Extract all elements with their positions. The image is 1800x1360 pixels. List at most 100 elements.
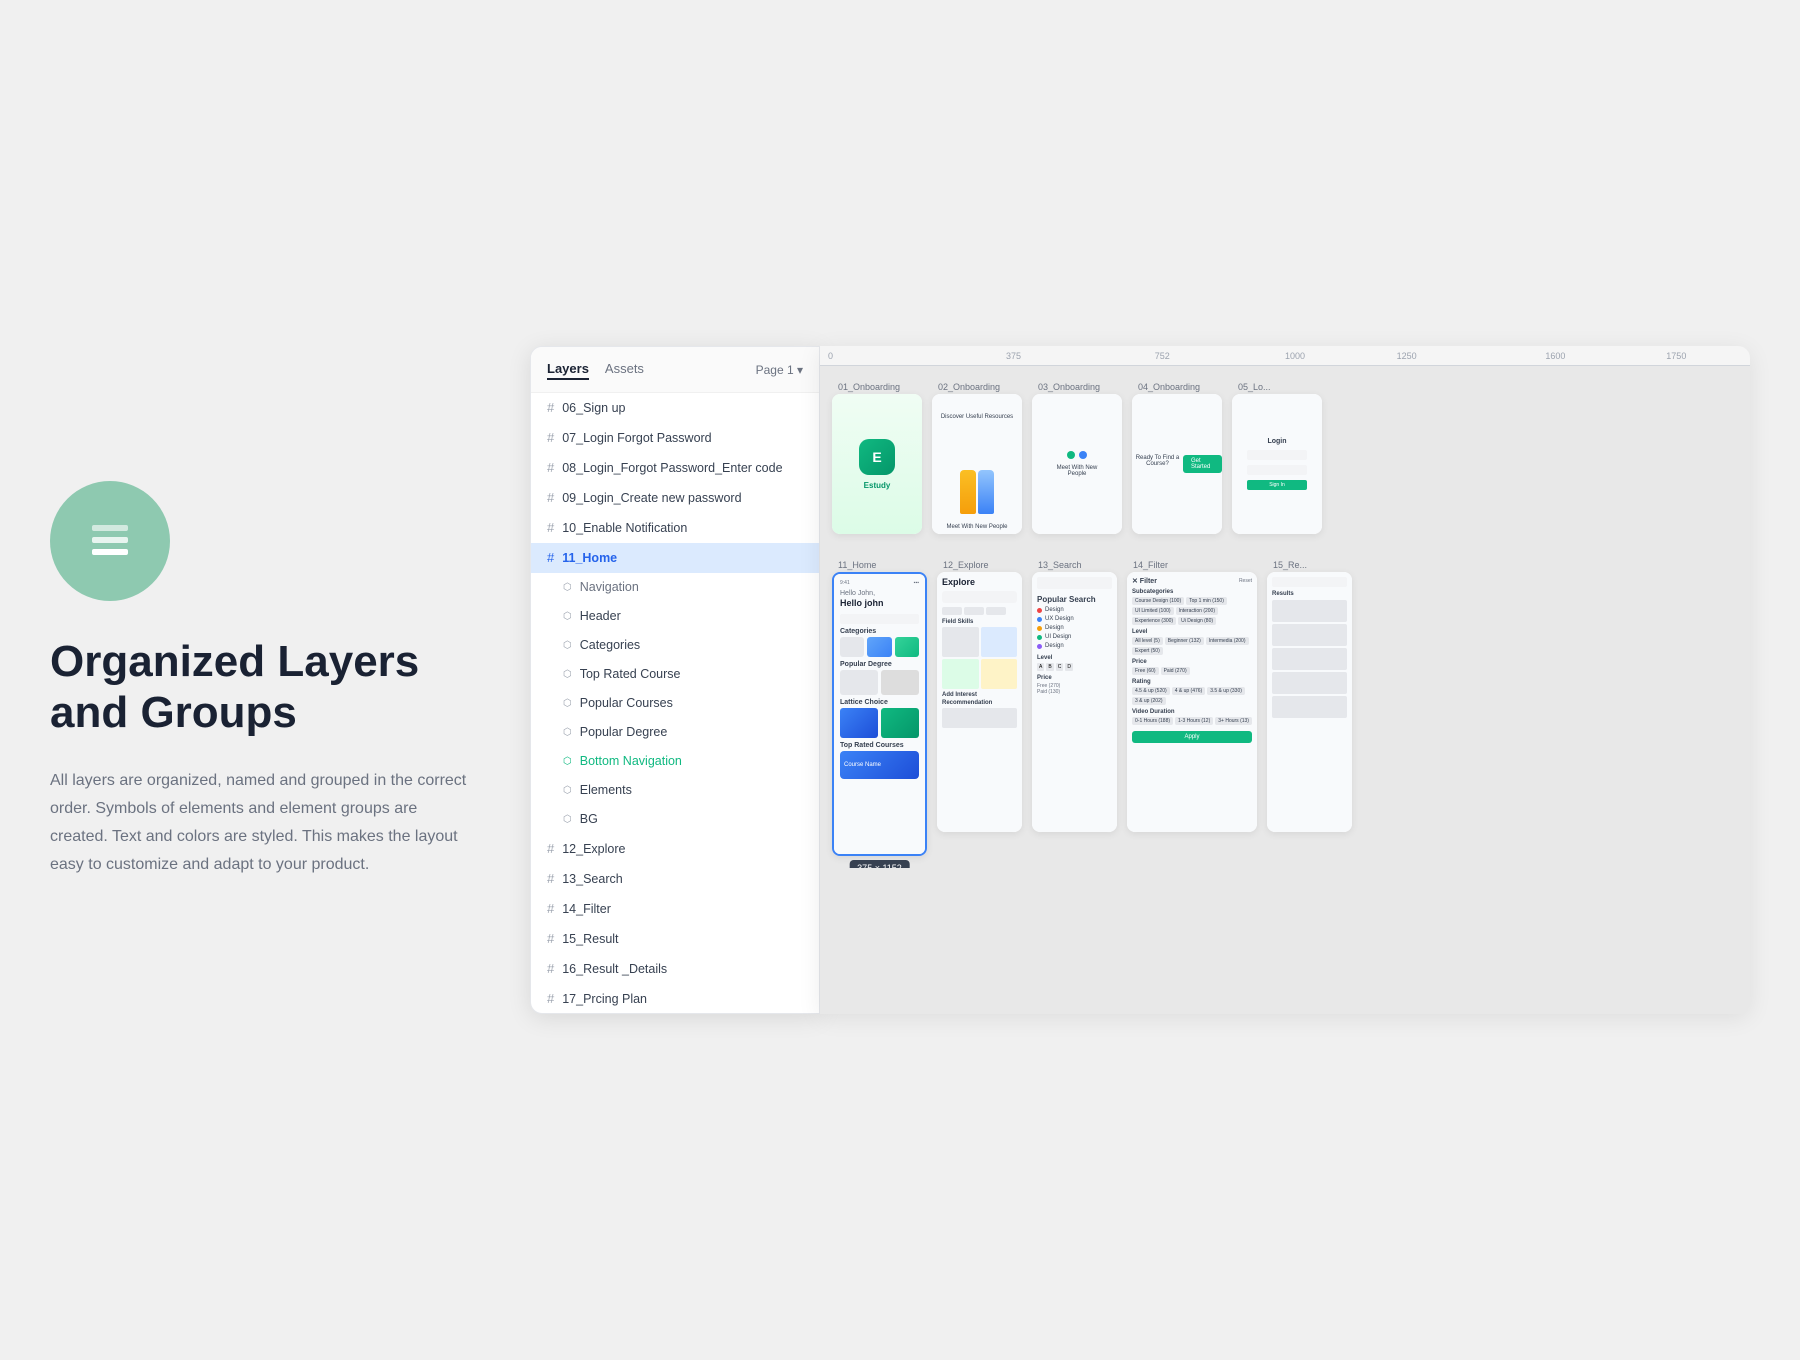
screen-03-onboarding: 03_Onboarding Meet With NewPeople xyxy=(1032,378,1122,534)
hash-icon: # xyxy=(547,490,554,505)
search-dot-2 xyxy=(1037,617,1042,622)
ruler-mark-1250: 1250 xyxy=(1397,351,1417,361)
screen-05-label: 05_Lo... xyxy=(1232,378,1322,394)
screen-11-label: 11_Home xyxy=(832,556,927,572)
layer-name: 12_Explore xyxy=(562,842,625,856)
layer-name: Elements xyxy=(580,783,632,797)
layer-item[interactable]: # 08_Login_Forgot Password_Enter code xyxy=(531,453,819,483)
frame-icon: ⬡ xyxy=(563,785,572,796)
layer-item-header[interactable]: ⬡ Header xyxy=(531,602,819,631)
frame-icon: ⬡ xyxy=(563,814,572,825)
panel-header: Layers Assets Page 1 ▾ xyxy=(531,347,819,393)
layer-name: Navigation xyxy=(580,580,639,594)
hash-icon: # xyxy=(547,520,554,535)
hash-icon: # xyxy=(547,430,554,445)
layer-item-navigation[interactable]: ⬡ Navigation xyxy=(531,573,819,602)
filter-option: 0-1 Hours (188) xyxy=(1132,717,1173,725)
layer-item-13[interactable]: # 13_Search xyxy=(531,864,819,894)
screen-15-result-wrapper: 15_Re... Results xyxy=(1267,556,1352,832)
layer-name: 13_Search xyxy=(562,872,622,886)
screen-13-card: Popular Search Design UX Design xyxy=(1032,572,1117,832)
layer-name: Popular Courses xyxy=(580,696,673,710)
layer-name: 06_Sign up xyxy=(562,401,625,415)
layer-item-popular-courses[interactable]: ⬡ Popular Courses xyxy=(531,689,819,718)
explore-content: Explore Field Skills xyxy=(937,572,1022,832)
left-section: Organized Layers and Groups All layers a… xyxy=(50,481,470,878)
filter-option: Ui Design (80) xyxy=(1178,617,1216,625)
layer-item-bg[interactable]: ⬡ BG xyxy=(531,805,819,834)
layer-item-17[interactable]: # 17_Prcing Plan xyxy=(531,984,819,1013)
ob02-subtitle: Meet With New People xyxy=(932,524,1022,530)
tab-assets[interactable]: Assets xyxy=(605,359,644,380)
main-title: Organized Layers and Groups xyxy=(50,637,470,738)
search-dot-3 xyxy=(1037,626,1042,631)
layer-item-top-rated[interactable]: ⬡ Top Rated Course xyxy=(531,660,819,689)
page-label[interactable]: Page 1 ▾ xyxy=(756,363,803,377)
ruler-mark-1750: 1750 xyxy=(1666,351,1686,361)
hash-icon: # xyxy=(547,550,554,565)
filter-section-subcategories: Subcategories Course Design (100) Top 1 … xyxy=(1132,589,1252,625)
screen-13-search-wrapper: 13_Search Popular Search Design xyxy=(1032,556,1117,832)
search-dot-5 xyxy=(1037,644,1042,649)
lattice-2 xyxy=(881,708,919,738)
filter-price-title: Price xyxy=(1132,659,1252,665)
screen-03-card: Meet With NewPeople xyxy=(1032,394,1122,534)
filter-level-options: All level (5) Beginner (132) Intermedia … xyxy=(1132,637,1252,655)
ob01-app-name: Estudy xyxy=(864,481,891,490)
layer-list: # 06_Sign up # 07_Login Forgot Password … xyxy=(531,393,819,1013)
category-3 xyxy=(895,637,919,657)
filter-option: Free (60) xyxy=(1132,667,1159,675)
ruler-mark-0: 0 xyxy=(828,351,833,361)
filter-option: Intermedia (200) xyxy=(1206,637,1249,645)
filter-option: Paid (270) xyxy=(1161,667,1190,675)
result-content: Results xyxy=(1267,572,1352,832)
layer-item-16[interactable]: # 16_Result _Details xyxy=(531,954,819,984)
filter-option: Top 1 min (150) xyxy=(1186,597,1227,605)
tab-layers[interactable]: Layers xyxy=(547,359,589,380)
filter-option: 1-3 Hours (12) xyxy=(1175,717,1213,725)
layer-item-popular-degree[interactable]: ⬡ Popular Degree xyxy=(531,718,819,747)
layer-item-15[interactable]: # 15_Result xyxy=(531,924,819,954)
frame-icon: ⬡ xyxy=(563,611,572,622)
panel-tabs: Layers Assets xyxy=(547,359,644,380)
screen-02-onboarding: 02_Onboarding Discover Useful Resources … xyxy=(932,378,1022,534)
layer-item-bottom-nav[interactable]: ⬡ Bottom Navigation xyxy=(531,747,819,776)
layer-item[interactable]: # 07_Login Forgot Password xyxy=(531,423,819,453)
ruler-top: 0 375 752 1000 1250 1600 1750 xyxy=(820,346,1750,366)
layers-panel: Layers Assets Page 1 ▾ # 06_Sign up # 07… xyxy=(530,346,820,1014)
hash-icon: # xyxy=(547,400,554,415)
layer-item-11-home[interactable]: # 11_Home xyxy=(531,543,819,573)
hash-icon: # xyxy=(547,931,554,946)
frame-icon: ⬡ xyxy=(563,640,572,651)
home-top-rated: Top Rated Courses xyxy=(840,742,919,749)
hash-icon: # xyxy=(547,901,554,916)
filter-apply-button[interactable]: Apply xyxy=(1132,731,1252,743)
ob03-dots xyxy=(1067,451,1087,459)
layer-item-elements[interactable]: ⬡ Elements xyxy=(531,776,819,805)
layer-item[interactable]: # 06_Sign up xyxy=(531,393,819,423)
frame-icon: ⬡ xyxy=(563,727,572,738)
filter-option: 3 & up (202) xyxy=(1132,697,1166,705)
layer-item-12[interactable]: # 12_Explore xyxy=(531,834,819,864)
home-lattice: Lattice Choice xyxy=(840,699,919,706)
screen-12-card: Explore Field Skills xyxy=(937,572,1022,832)
layer-item-categories[interactable]: ⬡ Categories xyxy=(531,631,819,660)
filter-option: All level (5) xyxy=(1132,637,1163,645)
layer-item[interactable]: # 09_Login_Create new password xyxy=(531,483,819,513)
search-text-4: UI Design xyxy=(1045,634,1071,640)
screen-11-home-wrapper: 11_Home 9:41 ▪▪▪ Hello John, xyxy=(832,556,927,856)
search-dot-1 xyxy=(1037,608,1042,613)
layer-item-14[interactable]: # 14_Filter xyxy=(531,894,819,924)
filter-option: Experience (300) xyxy=(1132,617,1176,625)
search-text-2: UX Design xyxy=(1045,616,1074,622)
layer-item[interactable]: # 10_Enable Notification xyxy=(531,513,819,543)
filter-level-title: Level xyxy=(1132,629,1252,635)
lattice-1 xyxy=(840,708,878,738)
hash-icon: # xyxy=(547,871,554,886)
screen-01-card: E Estudy xyxy=(832,394,922,534)
filter-section-rating: Rating 4.5 & up (520) 4 & up (476) 3.5 &… xyxy=(1132,679,1252,705)
screen-04-label: 04_Onboarding xyxy=(1132,378,1222,394)
layer-name: 16_Result _Details xyxy=(562,962,667,976)
home-greeting: Hello John, xyxy=(840,590,919,597)
filter-option: Expert (50) xyxy=(1132,647,1163,655)
